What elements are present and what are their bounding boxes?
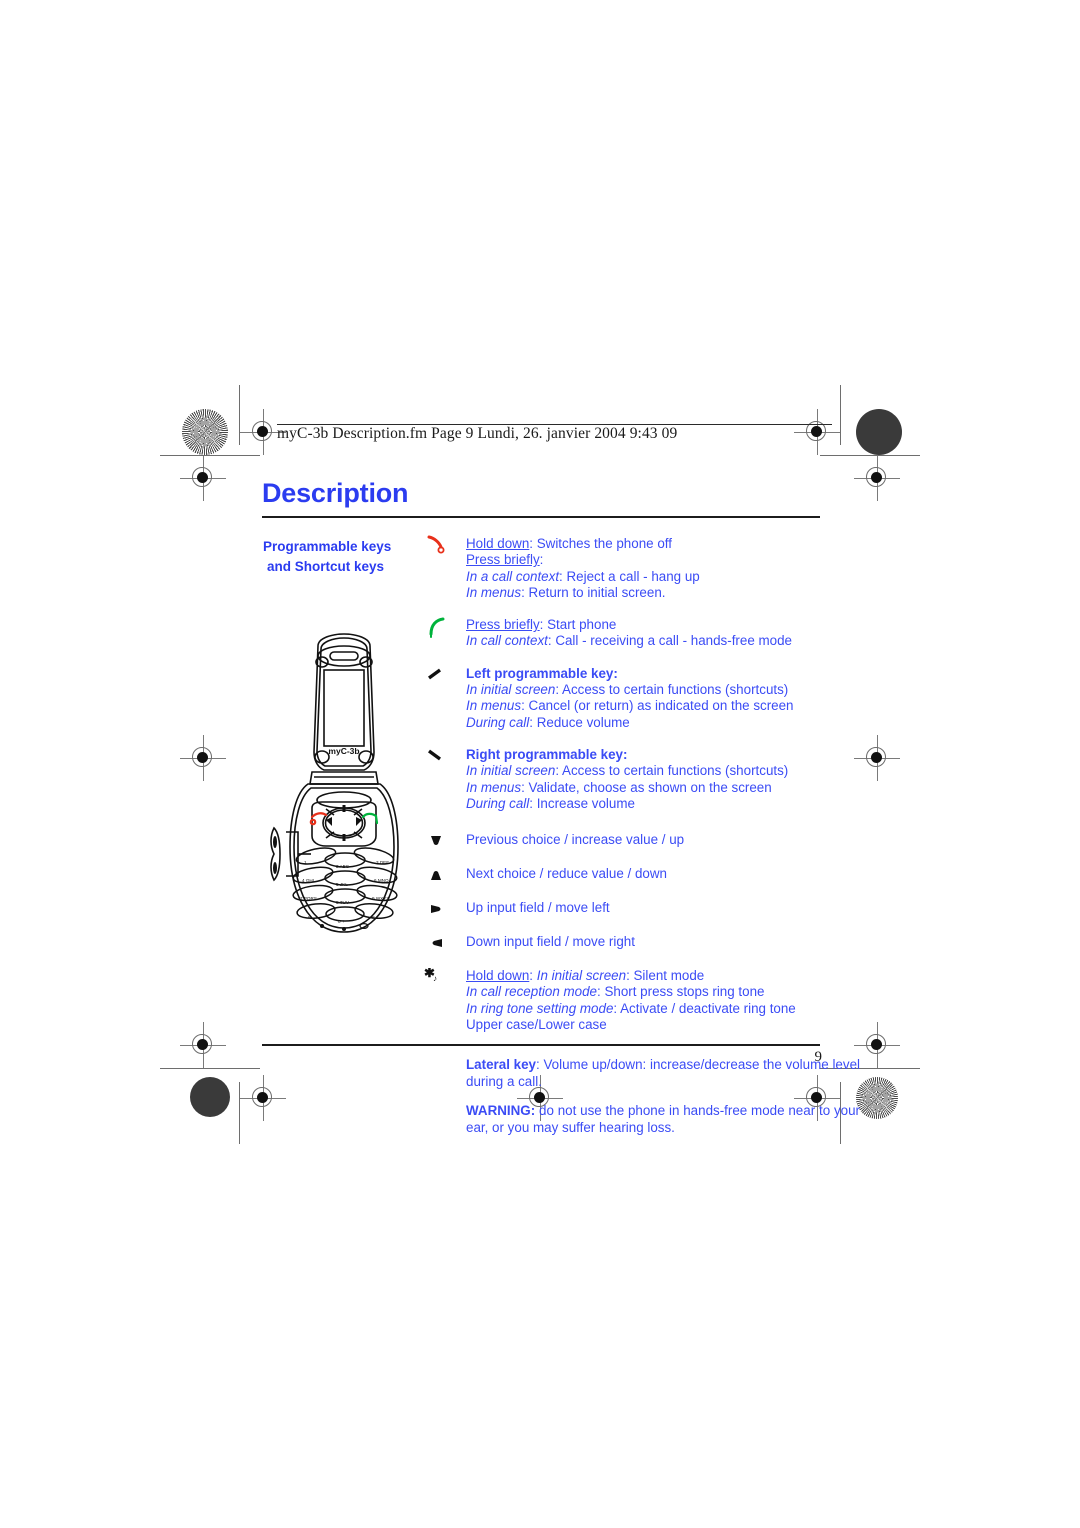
- svg-text:#: #: [372, 915, 375, 920]
- registration-mark-middle-right: [854, 735, 900, 781]
- key-description-list: Hold down: Switches the phone off Press …: [424, 535, 860, 1136]
- right-programmable-key-icon: [424, 747, 466, 765]
- svg-text:7 PQRS: 7 PQRS: [300, 896, 317, 901]
- call-icon: [424, 617, 466, 639]
- line: In a call context: Reject a call - hang …: [466, 568, 700, 584]
- density-patch-bottom-right: [856, 1077, 898, 1119]
- density-patch-top-right: [856, 409, 902, 455]
- line: Up input field / move left: [466, 900, 610, 916]
- registration-mark-footer-left: [180, 1022, 226, 1068]
- line: In menus: Validate, choose as shown on t…: [466, 779, 772, 795]
- line: During call: Reduce volume: [466, 714, 630, 730]
- registration-mark-bottom-left: [240, 1075, 286, 1121]
- svg-text:5 JKL: 5 JKL: [336, 882, 348, 887]
- trim-line-footer-left-horizontal: [160, 1068, 260, 1069]
- warning-label: WARNING:: [466, 1103, 536, 1119]
- entry-left-programmable-key: Left programmable key: In initial screen…: [424, 666, 824, 731]
- trim-line-top-right-vertical: [840, 385, 841, 445]
- line: Hold down: In initial screen: Silent mod…: [466, 968, 705, 984]
- entry-nav-down-lines: Next choice / reduce value / down: [466, 866, 824, 882]
- svg-text:8 TUV: 8 TUV: [336, 900, 350, 905]
- line: Right programmable key:: [466, 746, 628, 762]
- entry-nav-left-lines: Up input field / move left: [466, 900, 824, 916]
- entry-nav-right-lines: Down input field / move right: [466, 934, 824, 950]
- phone-illustration: myC-3b 1 2 ABC 3 DEF 4 GHI 5 JKL 6 MNO 7…: [264, 632, 424, 952]
- registration-mark-middle-left: [180, 735, 226, 781]
- trim-line-header-left-horizontal: [160, 455, 260, 456]
- svg-text:9 WXYZ: 9 WXYZ: [372, 896, 389, 901]
- entry-right-programmable-lines: Right programmable key: In initial scree…: [466, 747, 824, 812]
- entry-call-lines: Press briefly: Start phone In call conte…: [466, 617, 824, 650]
- svg-text:6 MNO: 6 MNO: [374, 878, 389, 883]
- registration-mark-top-right: [794, 409, 840, 455]
- entry-hang-up-lines: Hold down: Switches the phone off Press …: [466, 536, 824, 601]
- nav-down-icon: [424, 866, 466, 884]
- page-title-rule: [262, 516, 820, 519]
- left-programmable-key-icon: [424, 666, 466, 684]
- line: In call reception mode: Short press stop…: [466, 984, 765, 1000]
- printed-manual-page: myC-3b Description.fm Page 9 Lundi, 26. …: [0, 0, 1080, 1528]
- density-patch-bottom-left: [190, 1077, 230, 1117]
- line: Down input field / move right: [466, 934, 635, 950]
- line: Previous choice / increase value / up: [466, 832, 685, 848]
- line: Upper case/Lower case: [466, 1017, 607, 1033]
- line: In call context: Call - receiving a call…: [466, 633, 792, 649]
- phone-brand-label: myC-3b: [328, 746, 359, 756]
- svg-text:1: 1: [304, 860, 307, 865]
- line: In ring tone setting mode: Activate / de…: [466, 1000, 796, 1016]
- svg-text:♪: ♪: [433, 974, 437, 983]
- line: In menus: Cancel (or return) as indicate…: [466, 698, 794, 714]
- line: Left programmable key:: [466, 665, 618, 681]
- line: Press briefly:: [466, 552, 544, 568]
- entry-left-programmable-lines: Left programmable key: In initial screen…: [466, 666, 824, 731]
- trim-line-top-left-vertical: [239, 385, 240, 445]
- page-number: 9: [814, 1049, 823, 1065]
- line: In initial screen: Access to certain fun…: [466, 682, 789, 698]
- star-key-icon: ✱ ♪: [424, 968, 466, 986]
- line: Next choice / reduce value / down: [466, 866, 667, 882]
- entry-star-key: ✱ ♪ Hold down: In initial screen: Silent…: [424, 968, 824, 1033]
- line: Hold down: Switches the phone off: [466, 536, 672, 551]
- svg-text:4 GHI: 4 GHI: [302, 878, 314, 883]
- entry-nav-down: Next choice / reduce value / down: [424, 866, 824, 884]
- entry-right-programmable-key: Right programmable key: In initial scree…: [424, 747, 824, 812]
- nav-up-icon: [424, 832, 466, 850]
- svg-text:0 +: 0 +: [338, 919, 345, 924]
- section-label: Programmable keys and Shortcut keys: [263, 537, 415, 577]
- density-patch-top-left: [182, 409, 228, 455]
- entry-nav-up: Previous choice / increase value / up: [424, 832, 824, 850]
- registration-mark-footer-right: [854, 1022, 900, 1068]
- line: During call: Increase volume: [466, 795, 635, 811]
- trim-line-bottom-left-vertical: [239, 1082, 240, 1144]
- section-label-line2: and Shortcut keys: [267, 559, 385, 574]
- nav-left-icon: [424, 900, 466, 918]
- entry-star-key-lines: Hold down: In initial screen: Silent mod…: [466, 968, 824, 1033]
- warning-paragraph: WARNING: do not use the phone in hands-f…: [466, 1103, 860, 1136]
- section-label-line1: Programmable keys: [263, 539, 392, 554]
- svg-text:*: *: [308, 915, 310, 920]
- phone-line-drawing: myC-3b 1 2 ABC 3 DEF 4 GHI 5 JKL 6 MNO 7…: [270, 633, 399, 933]
- registration-mark-header-left: [180, 455, 226, 501]
- hang-up-icon: [424, 535, 466, 554]
- entry-hang-up-key: Hold down: Switches the phone off Press …: [424, 535, 824, 601]
- entry-nav-left: Up input field / move left: [424, 900, 824, 918]
- page-title: Description: [262, 478, 409, 508]
- footer-rule: [262, 1044, 820, 1047]
- entry-call-key: Press briefly: Start phone In call conte…: [424, 617, 824, 650]
- svg-text:3 DEF: 3 DEF: [376, 860, 389, 865]
- entry-nav-up-lines: Previous choice / increase value / up: [466, 832, 824, 848]
- svg-text:2 ABC: 2 ABC: [336, 864, 350, 869]
- file-stamp: myC-3b Description.fm Page 9 Lundi, 26. …: [277, 425, 678, 442]
- registration-mark-header-right: [854, 455, 900, 501]
- lateral-key-label: Lateral key: [466, 1057, 537, 1073]
- nav-right-icon: [424, 934, 466, 952]
- entry-nav-right: Down input field / move right: [424, 934, 824, 952]
- line: In menus: Return to initial screen.: [466, 584, 666, 600]
- line: Press briefly: Start phone: [466, 617, 617, 633]
- trim-line-header-right-horizontal: [820, 455, 920, 456]
- line: In initial screen: Access to certain fun…: [466, 763, 789, 779]
